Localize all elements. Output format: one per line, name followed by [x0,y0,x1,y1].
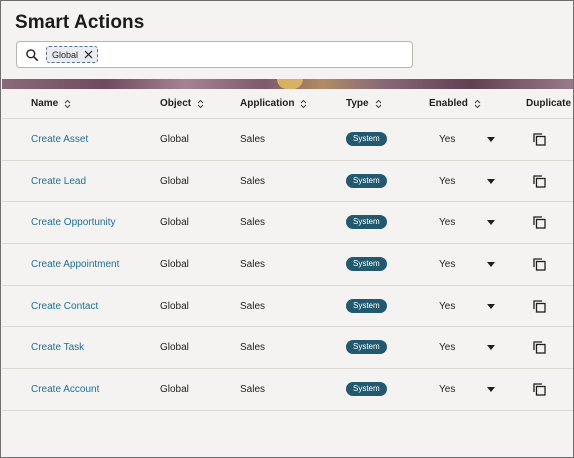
object-cell: Global [160,259,189,271]
column-label: Name [31,98,59,109]
column-label: Application [240,98,295,109]
action-name-link[interactable]: Create Asset [31,134,88,145]
type-badge: System [346,340,387,355]
column-header-duplicate: Duplicate [526,98,571,109]
table-row: Create Task Global Sales System Yes [2,327,573,370]
enabled-value: Yes [439,217,456,229]
object-cell: Global [160,342,189,354]
object-cell: Global [160,175,189,187]
enabled-value: Yes [439,175,456,187]
column-header-application[interactable]: Application [240,98,307,109]
column-header-enabled[interactable]: Enabled [429,98,481,109]
action-name-link[interactable]: Create Appointment [31,259,119,270]
sort-icon [301,99,307,108]
search-icon [26,49,38,61]
enabled-value: Yes [439,384,456,396]
duplicate-icon[interactable] [533,216,546,230]
object-cell: Global [160,300,189,312]
smart-actions-page: Smart Actions Global Name Object Applica… [0,0,574,458]
table-row: Create Account Global Sales System Yes [2,369,573,411]
table-row: Create Lead Global Sales System Yes [2,161,573,203]
application-cell: Sales [240,384,266,396]
application-cell: Sales [240,300,266,312]
enabled-value: Yes [439,342,456,354]
enabled-value: Yes [439,134,456,145]
column-label: Type [346,98,369,109]
duplicate-icon[interactable] [533,383,546,396]
caret-down-icon[interactable] [487,137,495,142]
application-cell: Sales [240,217,266,229]
type-badge: System [346,298,387,313]
column-header-type[interactable]: Type [346,98,382,109]
smart-actions-table: Name Object Application Type Enabled Dup… [2,89,573,411]
action-name-link[interactable]: Create Account [31,384,99,395]
enabled-value: Yes [439,259,456,271]
sort-icon [197,99,204,108]
type-badge: System [346,173,387,188]
column-label: Duplicate [526,98,572,109]
sort-icon [375,99,381,108]
column-label: Object [160,98,192,109]
type-badge: System [346,132,387,146]
duplicate-icon[interactable] [533,300,546,313]
enabled-value: Yes [439,300,456,312]
caret-down-icon[interactable] [487,303,495,309]
duplicate-icon[interactable] [533,133,546,146]
action-name-link[interactable]: Create Lead [31,176,86,187]
search-input[interactable]: Global [16,41,413,68]
caret-down-icon[interactable] [487,178,495,184]
action-name-link[interactable]: Create Opportunity [31,217,116,228]
application-cell: Sales [240,134,266,145]
sort-icon [64,99,71,108]
application-cell: Sales [240,342,266,354]
caret-down-icon[interactable] [487,262,495,268]
application-cell: Sales [240,175,266,187]
table-row: Create Asset Global Sales System Yes [2,119,573,161]
column-header-object[interactable]: Object [160,98,204,109]
duplicate-icon[interactable] [533,341,546,355]
caret-down-icon[interactable] [487,387,495,393]
type-badge: System [346,382,387,397]
action-name-link[interactable]: Create Task [31,342,84,353]
filter-chip-global[interactable]: Global [46,46,99,63]
sort-icon [474,99,481,108]
object-cell: Global [160,134,189,145]
page-title: Smart Actions [15,12,145,33]
close-icon[interactable] [84,50,93,59]
table-row: Create Contact Global Sales System Yes [2,286,573,328]
filter-chip-label: Global [52,49,79,60]
duplicate-icon[interactable] [533,175,546,188]
caret-down-icon[interactable] [487,220,495,226]
action-name-link[interactable]: Create Contact [31,301,98,312]
column-label: Enabled [429,98,468,109]
object-cell: Global [160,217,189,229]
table-header: Name Object Application Type Enabled Dup… [2,89,573,119]
table-row: Create Appointment Global Sales System Y… [2,244,573,286]
type-badge: System [346,215,387,230]
column-header-name[interactable]: Name [31,98,71,109]
caret-down-icon[interactable] [487,345,495,351]
table-row: Create Opportunity Global Sales System Y… [2,202,573,245]
application-cell: Sales [240,259,266,271]
duplicate-icon[interactable] [533,258,546,271]
object-cell: Global [160,384,189,396]
type-badge: System [346,257,387,272]
